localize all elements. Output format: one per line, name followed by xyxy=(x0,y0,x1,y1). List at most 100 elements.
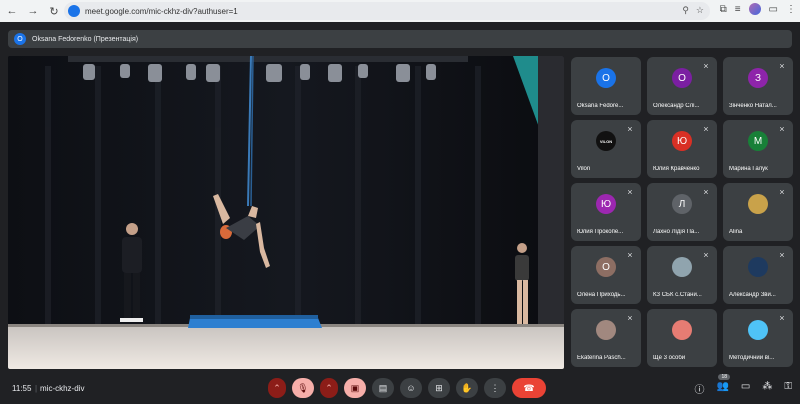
participant-tile[interactable]: Л ⨯ Лахно Лідія Па... xyxy=(647,183,717,241)
lighting-truss xyxy=(68,56,468,62)
participant-tile[interactable]: O ⨯ Олександр Слі... xyxy=(647,57,717,115)
meeting-control-bar: 11:55 | mic-ckhz-div ⌃ 🎙 ⌃ ▣ ▤ ☺ ⊞ ✋ ⋮ ☎… xyxy=(0,372,800,404)
presenter-avatar: O xyxy=(14,33,26,45)
reload-icon[interactable]: ↻ xyxy=(45,2,63,20)
back-icon[interactable]: ← xyxy=(3,2,21,20)
separator: | xyxy=(35,384,38,393)
participant-name: КЗ СБК с.Стани... xyxy=(653,292,702,298)
call-controls: ⌃ 🎙 ⌃ ▣ ▤ ☺ ⊞ ✋ ⋮ ☎ xyxy=(268,378,546,398)
participant-avatar: O xyxy=(672,68,692,88)
hand-icon: ✋ xyxy=(461,382,473,393)
people-icon[interactable]: 👥 xyxy=(716,381,728,396)
mic-off-icon: ⨯ xyxy=(627,126,633,133)
participant-avatar: М xyxy=(748,131,768,151)
tab-search-icon[interactable]: ≡ xyxy=(735,4,741,15)
raise-hand-button[interactable]: ✋ xyxy=(456,378,478,398)
info-icon[interactable]: ⓘ xyxy=(694,381,704,396)
participant-name: Методичний ві... xyxy=(729,355,775,361)
extensions-icon[interactable]: ⧉ xyxy=(720,4,727,15)
participant-tile[interactable]: З ⨯ Зінченко Натал... xyxy=(723,57,793,115)
participant-tile[interactable]: VILON ⨯ Vilon xyxy=(571,120,641,178)
participant-tile[interactable]: Ю ⨯ Юлия Кравченко xyxy=(647,120,717,178)
participant-avatar: O xyxy=(596,68,616,88)
url-text: meet.google.com/mic-ckhz-div?authuser=1 xyxy=(85,6,238,16)
participant-name: Юлия Прокопе... xyxy=(577,229,624,235)
participant-name: Александр Зви... xyxy=(729,292,776,298)
reactions-button[interactable]: ☺ xyxy=(400,378,422,398)
participant-tile[interactable]: ⨯ Методичний ві... xyxy=(723,309,793,367)
activities-icon[interactable]: ⁂ xyxy=(762,381,772,396)
mic-off-icon: ⨯ xyxy=(627,315,633,322)
camera-button[interactable]: ▣ xyxy=(344,378,366,398)
participant-avatar xyxy=(748,320,768,340)
menu-icon[interactable]: ⋮ xyxy=(786,4,796,15)
profile-avatar[interactable] xyxy=(748,3,761,15)
blue-mat xyxy=(188,318,322,328)
more-vertical-icon: ⋮ xyxy=(490,382,500,393)
participant-count-badge: 18 xyxy=(718,374,730,380)
sidebar-icon[interactable]: ▭ xyxy=(769,4,778,15)
mic-off-icon: ⨯ xyxy=(703,126,709,133)
participant-tile[interactable]: Ю ⨯ Юлия Прокопе... xyxy=(571,183,641,241)
captions-icon: ▤ xyxy=(378,382,388,393)
leave-call-button[interactable]: ☎ xyxy=(512,378,546,398)
participant-avatar xyxy=(596,320,616,340)
present-button[interactable]: ⊞ xyxy=(428,378,450,398)
stage-scene xyxy=(8,56,564,369)
participant-avatar: VILON xyxy=(596,131,616,151)
presenter-label: Oksana Fedorenko (Презентація) xyxy=(32,35,139,43)
mic-off-icon: ⨯ xyxy=(703,63,709,70)
emoji-icon: ☺ xyxy=(406,383,416,393)
participant-name: Зінченко Натал... xyxy=(729,103,777,109)
side-panel-controls: ⓘ 👥 ▭ ⁂ ⚿ xyxy=(694,381,792,396)
participant-tile[interactable]: ⨯ КЗ СБК с.Стани... xyxy=(647,246,717,304)
assistant-figure xyxy=(515,243,529,324)
camera-off-icon: ▣ xyxy=(350,382,360,393)
mic-off-icon: ⨯ xyxy=(703,189,709,196)
more-options-button[interactable]: ⋮ xyxy=(484,378,506,398)
mic-off-icon: ⨯ xyxy=(703,252,709,259)
participant-name: Лахно Лідія Па... xyxy=(653,229,700,235)
stage-floor xyxy=(8,326,564,369)
participant-name: Олена Приходь... xyxy=(577,292,626,298)
mic-off-icon: 🎙 xyxy=(297,382,309,393)
presentation-video[interactable] xyxy=(8,56,564,369)
participant-tile[interactable]: М ⨯ Марина Галук xyxy=(723,120,793,178)
participant-tile[interactable]: ⨯ Alina xyxy=(723,183,793,241)
audio-options-button[interactable]: ⌃ xyxy=(268,378,286,398)
chat-icon[interactable]: ▭ xyxy=(741,381,750,396)
participant-name: Alina xyxy=(729,229,743,235)
hang-up-icon: ☎ xyxy=(523,382,535,393)
microphone-button[interactable]: 🎙 xyxy=(292,378,314,398)
participant-name: Oksana Fedore... xyxy=(577,103,624,109)
bookmark-star-icon[interactable]: ☆ xyxy=(696,5,704,16)
participant-avatar xyxy=(672,320,692,340)
participant-avatar: З xyxy=(748,68,768,88)
participant-name: Юлия Кравченко xyxy=(653,166,700,172)
browser-toolbar: ← → ↻ meet.google.com/mic-ckhz-div?authu… xyxy=(0,0,800,22)
participant-avatar: Ю xyxy=(672,131,692,151)
meeting-code: mic-ckhz-div xyxy=(40,384,85,393)
zoom-icon[interactable]: ⚲ xyxy=(682,5,689,16)
participant-tile[interactable]: O Oksana Fedore... xyxy=(571,57,641,115)
participant-tile[interactable]: ⨯ Александр Зви... xyxy=(723,246,793,304)
clock: 11:55 xyxy=(12,384,32,393)
mic-off-icon: ⨯ xyxy=(779,126,785,133)
presenter-banner: O Oksana Fedorenko (Презентація) xyxy=(8,30,792,48)
participant-avatar xyxy=(748,194,768,214)
participant-tile[interactable]: О ⨯ Олена Приходь... xyxy=(571,246,641,304)
participant-tile[interactable]: ⨯ Ekaterina Pasch... xyxy=(571,309,641,367)
captions-button[interactable]: ▤ xyxy=(372,378,394,398)
chevron-up-icon: ⌃ xyxy=(325,382,333,393)
address-bar[interactable]: meet.google.com/mic-ckhz-div?authuser=1 … xyxy=(64,2,710,20)
mic-off-icon: ⨯ xyxy=(627,189,633,196)
participant-avatar xyxy=(672,257,692,277)
video-options-button[interactable]: ⌃ xyxy=(320,378,338,398)
participant-avatar: Л xyxy=(672,194,692,214)
forward-icon[interactable]: → xyxy=(24,2,42,20)
participant-tile[interactable]: Ще 3 особи xyxy=(647,309,717,367)
host-controls-icon[interactable]: ⚿ xyxy=(784,381,792,396)
site-info-icon[interactable] xyxy=(68,5,80,17)
chevron-up-icon: ⌃ xyxy=(273,382,281,393)
participant-grid: O Oksana Fedore... O ⨯ Олександр Слі... З ⨯ Зін… xyxy=(571,57,795,369)
